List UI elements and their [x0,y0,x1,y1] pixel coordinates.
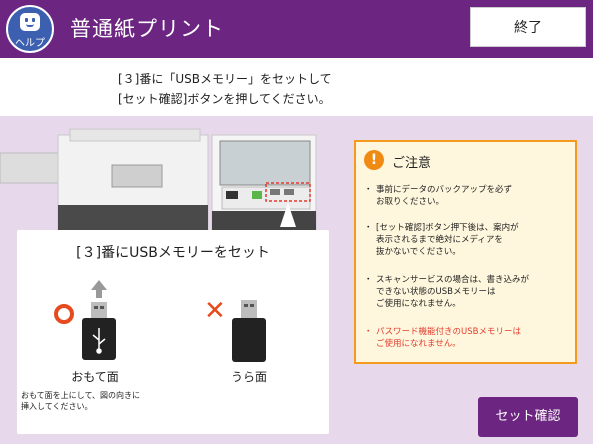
header-bar: ヘルプ 普通紙プリント 終了 [0,0,593,58]
back-side-label: うら面 [230,370,267,384]
exclamation-icon: ! [364,150,384,170]
caution-item: ・事前にデータのバックアップを必ず お取りください。 [364,184,569,208]
usb-insert-card: [３]番にUSBメモリーをセット ✕ おもて面 うら面 おもて面を上にして、図の… [17,230,329,434]
instruction-panel: [３]番に「USBメモリー」をセットして [セット確認]ボタンを押してください。 [0,58,593,116]
circle-ok-icon [54,304,74,324]
insert-note-line-1: おもて面を上にして、図の向きに [21,391,141,400]
caution-item-text: パスワード機能付きのUSBメモリーは ご使用になれません。 [376,327,521,349]
caution-panel: ! ご注意 ・事前にデータのバックアップを必ず お取りください。 ・ [セット確認… [354,140,577,364]
insert-note-line-2: 挿入してください。 [21,402,93,411]
caution-title: ご注意 [392,156,432,171]
instruction-line-1: [３]番に「USBメモリー」をセットして [118,72,332,86]
set-confirm-button[interactable]: セット確認 [478,397,578,437]
usb-back-icon [232,300,266,362]
caution-item: ・スキャンサービスの場合は、書き込みが できない状態のUSBメモリーは ご使用に… [364,274,569,310]
caution-item-text: 事前にデータのバックアップを必ず お取りください。 [376,185,513,207]
arrow-up-icon [91,280,107,298]
caution-item-warning: ・パスワード機能付きのUSBメモリーは ご使用になれません。 [364,326,569,350]
card-title: [３]番にUSBメモリーをセット [76,245,270,261]
cross-ng-icon: ✕ [204,296,226,326]
usb-front-icon [82,280,116,360]
page-title: 普通紙プリント [70,17,224,41]
insert-note: おもて面を上にして、図の向きに 挿入してください。 [21,390,140,412]
caution-item-text: [セット確認]ボタン押下後は、案内が 表示されるまで絶対にメディアを 抜かないで… [376,223,519,257]
caution-item: ・ [セット確認]ボタン押下後は、案内が 表示されるまで絶対にメディアを 抜かない… [364,222,569,258]
help-label: ヘルプ [15,38,45,49]
end-button[interactable]: 終了 [470,7,586,47]
help-button[interactable]: ヘルプ [6,5,54,53]
caution-item-text: スキャンサービスの場合は、書き込みが できない状態のUSBメモリーは ご使用にな… [376,275,530,309]
kiosk-machine-illustration [0,128,317,245]
help-face-icon [20,13,40,31]
front-side-label: おもて面 [71,370,119,384]
instruction-line-2: [セット確認]ボタンを押してください。 [118,92,331,106]
